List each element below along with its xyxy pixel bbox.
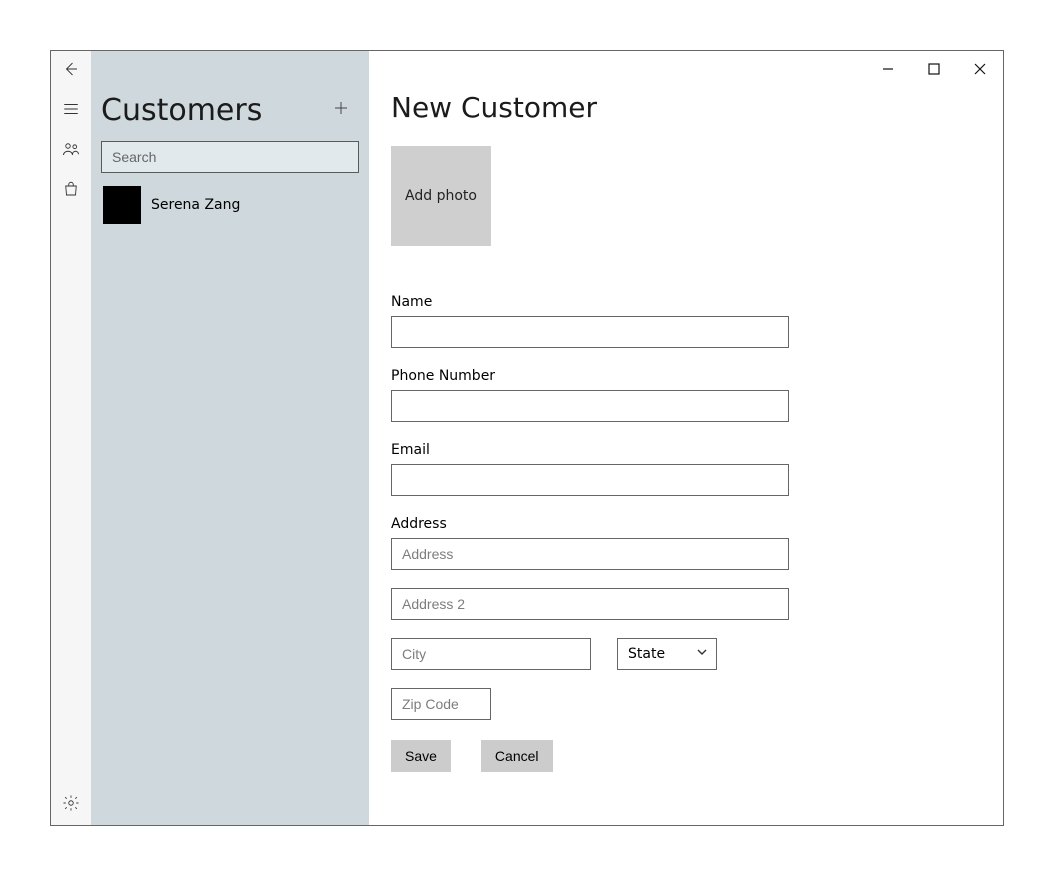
nav-settings[interactable] (51, 785, 91, 825)
list-header: Customers (91, 51, 369, 141)
maximize-button[interactable] (911, 51, 957, 91)
maximize-icon (928, 63, 940, 79)
state-select-label: State (628, 646, 665, 662)
add-customer-button[interactable] (323, 92, 359, 128)
people-icon (62, 140, 80, 162)
shopping-bag-icon (62, 180, 80, 202)
phone-input[interactable] (391, 390, 789, 422)
address2-input[interactable] (391, 588, 789, 620)
add-photo-label: Add photo (405, 188, 477, 204)
list-item[interactable]: Serena Zang (95, 185, 365, 225)
page-title: New Customer (391, 91, 983, 124)
city-input[interactable] (391, 638, 591, 670)
address1-input[interactable] (391, 538, 789, 570)
name-input[interactable] (391, 316, 789, 348)
chevron-down-icon (696, 646, 708, 662)
zip-input[interactable] (391, 688, 491, 720)
email-label: Email (391, 442, 983, 458)
customer-list: Serena Zang (91, 183, 369, 227)
close-button[interactable] (957, 51, 1003, 91)
address-field-block: Address State (391, 516, 983, 720)
name-field-block: Name (391, 294, 983, 348)
app-window: Customers Serena Zang (50, 50, 1004, 826)
list-title: Customers (101, 93, 323, 128)
add-photo-button[interactable]: Add photo (391, 146, 491, 246)
main-content: New Customer Add photo Name Phone Number… (369, 51, 1003, 825)
back-button[interactable] (51, 51, 91, 91)
gear-icon (62, 794, 80, 816)
minimize-button[interactable] (865, 51, 911, 91)
address-label: Address (391, 516, 983, 532)
phone-label: Phone Number (391, 368, 983, 384)
nav-rail (51, 51, 91, 825)
cancel-button[interactable]: Cancel (481, 740, 553, 772)
close-icon (974, 63, 986, 79)
window-controls (865, 51, 1003, 91)
nav-orders[interactable] (51, 171, 91, 211)
plus-icon (332, 99, 350, 121)
avatar (103, 186, 141, 224)
hamburger-icon (62, 100, 80, 122)
customer-name: Serena Zang (151, 197, 240, 213)
nav-customers[interactable] (51, 131, 91, 171)
back-arrow-icon (62, 60, 80, 82)
save-button[interactable]: Save (391, 740, 451, 772)
form-button-row: Save Cancel (391, 740, 983, 772)
search-input[interactable] (101, 141, 359, 173)
email-field-block: Email (391, 442, 983, 496)
customer-list-panel: Customers Serena Zang (91, 51, 369, 825)
phone-field-block: Phone Number (391, 368, 983, 422)
hamburger-button[interactable] (51, 91, 91, 131)
state-select[interactable]: State (617, 638, 717, 670)
email-input[interactable] (391, 464, 789, 496)
name-label: Name (391, 294, 983, 310)
minimize-icon (882, 63, 894, 79)
